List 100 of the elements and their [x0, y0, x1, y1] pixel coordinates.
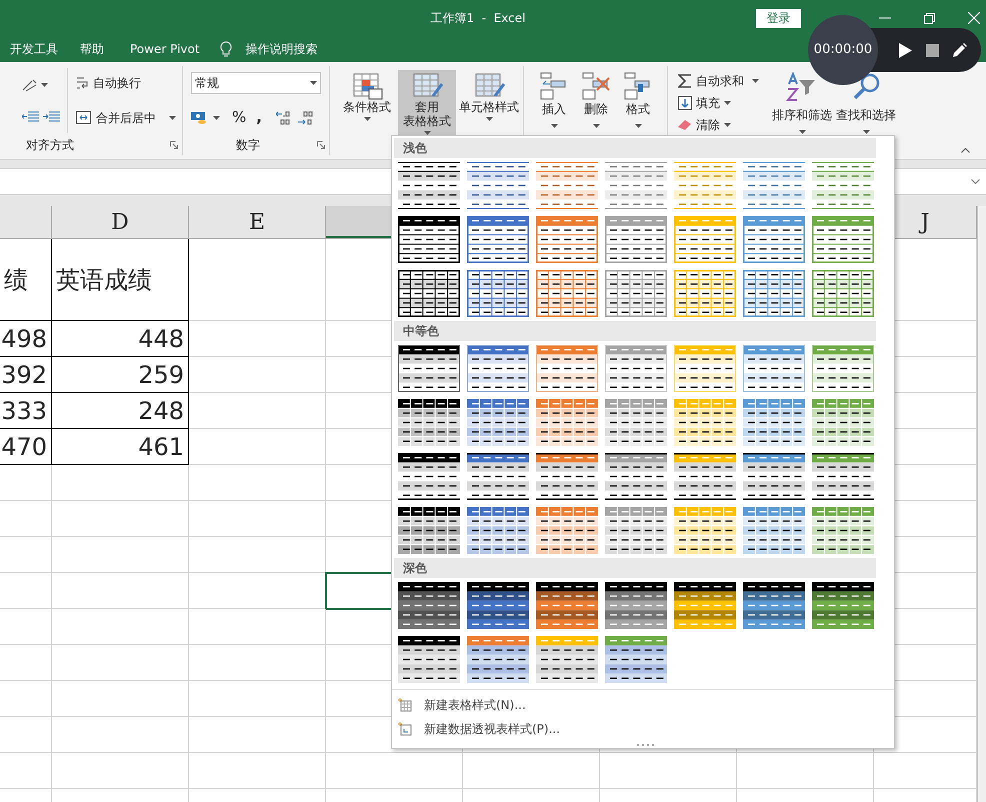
table-cell[interactable] — [52, 465, 189, 501]
menu-item[interactable]: 新建数据透视表样式(P)... — [398, 720, 894, 738]
currency-icon[interactable] — [191, 110, 207, 126]
table-style-option[interactable] — [467, 399, 529, 446]
table-style-option[interactable] — [743, 270, 805, 317]
table-cell[interactable]: 392 — [0, 357, 52, 393]
table-cell[interactable] — [737, 753, 874, 789]
table-cell[interactable] — [189, 717, 326, 753]
table-style-option[interactable] — [398, 270, 460, 317]
ribbon-tab[interactable]: 开发工具 — [10, 40, 58, 58]
dialog-launcher-icon[interactable] — [170, 141, 178, 149]
table-cell[interactable] — [52, 537, 189, 573]
table-cell[interactable] — [463, 753, 600, 789]
scrollbar[interactable] — [977, 206, 986, 802]
table-cell[interactable] — [189, 537, 326, 573]
lightbulb-icon[interactable] — [220, 41, 232, 57]
table-style-option[interactable] — [467, 507, 529, 554]
table-style-option[interactable] — [605, 399, 667, 446]
table-cell[interactable] — [52, 681, 189, 717]
table-cell[interactable] — [189, 645, 326, 681]
table-style-option[interactable] — [536, 582, 598, 629]
sign-in-button[interactable]: 登录 — [756, 8, 801, 28]
table-style-option[interactable] — [743, 507, 805, 554]
table-style-option[interactable] — [467, 216, 529, 263]
table-cell[interactable] — [0, 537, 52, 573]
table-cell[interactable] — [0, 681, 52, 717]
tell-me-field[interactable]: 操作说明搜索 — [246, 40, 318, 58]
table-cell[interactable]: 461 — [52, 429, 189, 465]
table-style-option[interactable] — [743, 399, 805, 446]
table-style-option[interactable] — [398, 345, 460, 392]
table-cell[interactable] — [0, 501, 52, 537]
table-style-option[interactable] — [812, 507, 874, 554]
table-cell[interactable] — [52, 573, 189, 609]
table-style-option[interactable] — [674, 399, 736, 446]
pencil-icon[interactable] — [953, 43, 967, 57]
close-icon[interactable] — [968, 12, 980, 24]
dialog-launcher-icon[interactable] — [317, 141, 325, 149]
table-cell[interactable] — [189, 393, 326, 429]
table-cell[interactable] — [52, 645, 189, 681]
cell-command-button[interactable]: 删除 — [578, 72, 614, 128]
table-style-option[interactable] — [812, 270, 874, 317]
table-style-option[interactable] — [605, 582, 667, 629]
table-cell[interactable] — [189, 753, 326, 789]
table-style-option[interactable] — [743, 453, 805, 500]
table-style-option[interactable] — [536, 270, 598, 317]
table-style-option[interactable] — [812, 582, 874, 629]
table-cell[interactable]: 英语成绩 — [52, 239, 189, 321]
table-cell[interactable] — [189, 681, 326, 717]
number-format-dropdown[interactable]: 常规 — [191, 72, 321, 94]
style-command-button[interactable]: 单元格样式 — [458, 70, 520, 136]
table-cell[interactable] — [0, 645, 52, 681]
merge-center-button[interactable]: 合并后居中 — [76, 108, 176, 127]
ribbon-tab[interactable]: Power Pivot — [130, 40, 200, 58]
table-cell[interactable] — [189, 357, 326, 393]
table-cell[interactable]: 498 — [0, 321, 52, 357]
table-cell[interactable] — [52, 501, 189, 537]
table-cell[interactable] — [0, 717, 52, 753]
table-style-option[interactable] — [398, 453, 460, 500]
comma-button[interactable]: , — [256, 106, 262, 129]
table-cell[interactable] — [189, 465, 326, 501]
cell-command-button[interactable]: 格式 — [620, 72, 656, 128]
table-style-option[interactable] — [398, 582, 460, 629]
table-cell[interactable] — [189, 429, 326, 465]
autosum-button[interactable]: 自动求和 — [678, 72, 770, 90]
table-style-option[interactable] — [674, 453, 736, 500]
table-cell[interactable] — [0, 465, 52, 501]
table-style-option[interactable] — [605, 507, 667, 554]
table-cell[interactable] — [326, 753, 463, 789]
fill-button[interactable]: 填充 — [678, 94, 770, 112]
table-style-option[interactable] — [536, 216, 598, 263]
table-style-option[interactable] — [605, 636, 667, 683]
table-cell[interactable] — [189, 609, 326, 645]
table-cell[interactable]: 259 — [52, 357, 189, 393]
table-style-option[interactable] — [467, 162, 529, 209]
minimize-icon[interactable] — [879, 17, 891, 19]
table-cell[interactable] — [600, 753, 737, 789]
table-style-option[interactable] — [743, 582, 805, 629]
percent-button[interactable]: % — [232, 106, 246, 129]
play-icon[interactable] — [899, 42, 912, 58]
expand-icon[interactable] — [971, 179, 980, 184]
table-style-option[interactable] — [536, 636, 598, 683]
table-style-option[interactable] — [605, 216, 667, 263]
table-cell[interactable]: 448 — [52, 321, 189, 357]
increase-indent-icon[interactable] — [43, 110, 60, 124]
table-cell[interactable] — [189, 321, 326, 357]
table-style-option[interactable] — [398, 507, 460, 554]
clear-button[interactable]: 清除 — [678, 116, 770, 134]
table-style-option[interactable] — [467, 582, 529, 629]
decrease-indent-icon[interactable] — [22, 110, 39, 124]
table-cell[interactable]: 470 — [0, 429, 52, 465]
increase-decimal-icon[interactable] — [276, 110, 292, 125]
wrap-text-button[interactable]: 自动换行 — [76, 74, 176, 92]
menu-item[interactable]: 新建表格样式(N)... — [398, 696, 894, 714]
table-style-option[interactable] — [812, 453, 874, 500]
table-cell[interactable] — [52, 609, 189, 645]
ribbon-tab[interactable]: 帮助 — [80, 40, 104, 58]
table-style-option[interactable] — [467, 453, 529, 500]
table-cell[interactable] — [52, 717, 189, 753]
table-style-option[interactable] — [812, 399, 874, 446]
cell-command-button[interactable]: 插入 — [536, 72, 572, 128]
